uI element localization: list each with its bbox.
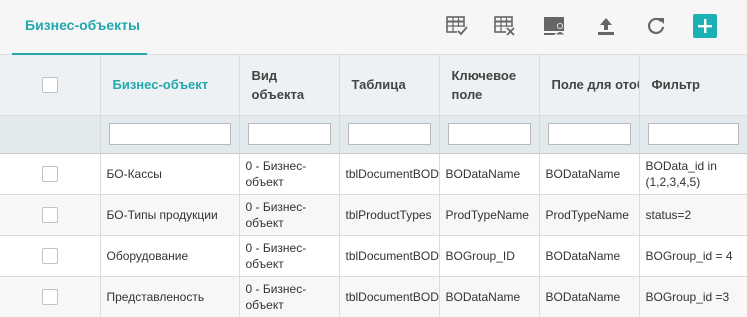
row-checkbox[interactable] (41, 247, 58, 264)
cell-type: 0 - Бизнес-объект (239, 276, 340, 317)
cell-filter: BOGroup_id = 4 (639, 235, 747, 277)
cell-table: tblProductTypes (339, 194, 440, 236)
cell-type: 0 - Бизнес-объект (239, 153, 340, 195)
cell-filter: BOData_id in (1,2,3,4,5) (639, 153, 747, 195)
grid-delete-icon[interactable] (493, 14, 517, 38)
cell-key-field: ProdTypeName (439, 194, 540, 236)
column-header-table[interactable]: Таблица (339, 55, 440, 116)
tab-label: Бизнес-объекты (25, 17, 140, 33)
cell-display-field: BODataName (539, 276, 640, 317)
header-row: Бизнес-объект Вид объекта Таблица Ключев… (0, 55, 747, 116)
cell-type: 0 - Бизнес-объект (239, 235, 340, 277)
cell-name: Оборудование (100, 235, 240, 277)
filter-input-filter[interactable] (647, 123, 739, 145)
row-checkbox[interactable] (41, 288, 58, 305)
filter-input-type[interactable] (247, 123, 331, 145)
cell-key-field: BODataName (439, 276, 540, 317)
cell-filter: BOGroup_id =3 (639, 276, 747, 317)
cell-key-field: BODataName (439, 153, 540, 195)
row-checkbox[interactable] (41, 165, 58, 182)
filter-input-key-field[interactable] (447, 123, 531, 145)
table-row[interactable]: Оборудование 0 - Бизнес-объект tblDocume… (0, 235, 747, 277)
top-toolbar: Бизнес-объекты (0, 0, 747, 56)
table-row[interactable]: Представленость 0 - Бизнес-объект tblDoc… (0, 276, 747, 317)
filter-row (0, 115, 747, 154)
filter-input-name[interactable] (108, 123, 231, 145)
cell-type: 0 - Бизнес-объект (239, 194, 340, 236)
filter-cell-display-field (539, 115, 640, 154)
filter-cell-key-field (439, 115, 540, 154)
column-header-type[interactable]: Вид объекта (239, 55, 340, 116)
refresh-icon[interactable] (644, 14, 668, 38)
tab-business-objects[interactable]: Бизнес-объекты (12, 0, 147, 56)
row-select-cell (0, 153, 101, 195)
row-select-cell (0, 235, 101, 277)
cell-display-field: ProdTypeName (539, 194, 640, 236)
cell-name: БО-Кассы (100, 153, 240, 195)
column-header-name[interactable]: Бизнес-объект (100, 55, 240, 116)
business-objects-grid: Бизнес-объект Вид объекта Таблица Ключев… (0, 55, 747, 317)
row-checkbox[interactable] (41, 206, 58, 223)
cell-key-field: BOGroup_ID (439, 235, 540, 277)
upload-icon[interactable] (594, 14, 618, 38)
filter-cell-filter (639, 115, 747, 154)
filter-cell-name (100, 115, 240, 154)
filter-cell-table (339, 115, 440, 154)
column-header-filter[interactable]: Фильтр (639, 55, 747, 116)
row-select-cell (0, 276, 101, 317)
filter-input-display-field[interactable] (547, 123, 631, 145)
screen-user-icon[interactable] (543, 14, 567, 38)
select-all-cell (0, 55, 101, 116)
table-row[interactable]: БО-Кассы 0 - Бизнес-объект tblDocumentBO… (0, 153, 747, 195)
row-select-cell (0, 194, 101, 236)
select-all-checkbox[interactable] (41, 76, 58, 93)
cell-display-field: BODataName (539, 235, 640, 277)
cell-display-field: BODataName (539, 153, 640, 195)
plus-icon (698, 19, 712, 33)
filter-cell-empty (0, 115, 101, 154)
cell-name: Представленость (100, 276, 240, 317)
cell-table: tblDocumentBOD (339, 276, 440, 317)
column-header-key-field[interactable]: Ключевое поле (439, 55, 540, 116)
cell-name: БО-Типы продукции (100, 194, 240, 236)
add-button[interactable] (693, 14, 717, 38)
table-row[interactable]: БО-Типы продукции 0 - Бизнес-объект tblP… (0, 194, 747, 236)
grid-check-icon[interactable] (445, 14, 469, 38)
column-header-display-field[interactable]: Поле для отображения (539, 55, 640, 116)
cell-table: tblDocumentBOD (339, 153, 440, 195)
cell-table: tblDocumentBOD (339, 235, 440, 277)
cell-filter: status=2 (639, 194, 747, 236)
filter-cell-type (239, 115, 340, 154)
filter-input-table[interactable] (347, 123, 431, 145)
